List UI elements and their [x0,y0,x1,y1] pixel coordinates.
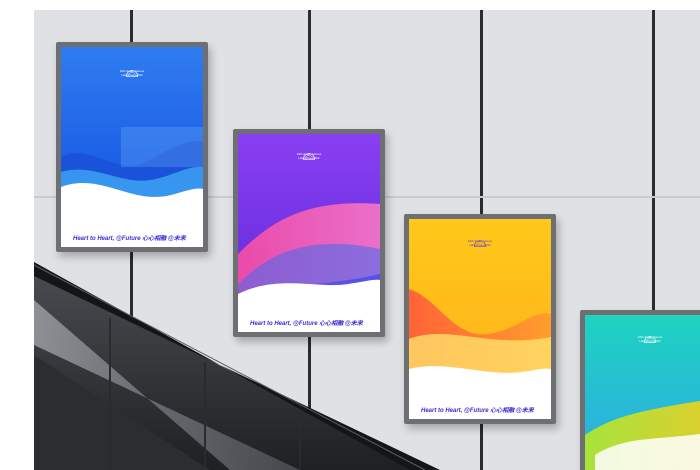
fan-logo-icon [125,70,139,77]
poster-slogan: Heart to Heart, @Future 心心相融 @未来 [73,236,186,242]
hangzhou-emblem: 19th Asian Games Hangzhou 2022 [631,335,669,343]
poster-slogan: Heart to Heart, @Future 心心相融 @未来 [250,321,363,327]
poster-purple: 19th Asian Games Hangzhou 2022 Heart to … [238,134,380,332]
poster-frame-yellow: 19th Asian Games Hangzhou 2022 Heart to … [404,214,556,424]
poster-frame-teal: 19th Asian Games Hangzhou 2022 [580,310,700,470]
fan-logo-icon [473,240,487,247]
hangzhou-emblem: 19th Asian Games Hangzhou 2022 [290,152,328,160]
poster-teal: 19th Asian Games Hangzhou 2022 [585,315,700,470]
poster-slogan: Heart to Heart, @Future 心心相融 @未来 [421,408,534,414]
poster-frame-blue: 19th Asian Games Hangzhou 2022 Heart to … [56,42,208,252]
hangzhou-emblem: 19th Asian Games Hangzhou 2022 [113,69,151,77]
hangzhou-emblem: 19th Asian Games Hangzhou 2022 [461,239,499,247]
poster-blue: 19th Asian Games Hangzhou 2022 Heart to … [61,47,203,247]
poster-yellow: 19th Asian Games Hangzhou 2022 Heart to … [409,219,551,419]
poster-frame-purple: 19th Asian Games Hangzhou 2022 Heart to … [233,129,385,337]
fan-logo-icon [302,153,316,160]
fan-logo-icon [643,336,657,343]
escalator-scene: 19th Asian Games Hangzhou 2022 Heart to … [0,0,700,470]
